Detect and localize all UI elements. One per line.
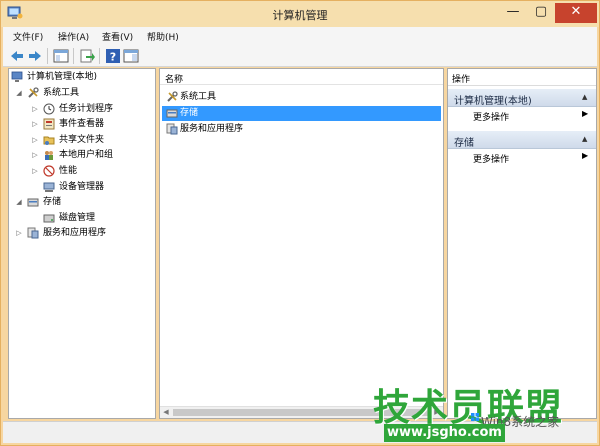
- action-group-title: 计算机管理(本地): [454, 96, 532, 107]
- storage-icon: [166, 109, 178, 118]
- toolbar-separator: [47, 48, 48, 64]
- menu-bar: 文件(F) 操作(A) 查看(V) 帮助(H): [3, 27, 597, 45]
- storage-icon: [27, 198, 39, 207]
- tree-item-label: 存储: [43, 197, 62, 207]
- users-group-icon: [45, 151, 53, 160]
- computer-management-icon: [11, 71, 23, 82]
- windows-logo-icon: [471, 413, 479, 421]
- submenu-arrow-icon: ▶: [582, 109, 589, 118]
- tree-item-label: 任务计划程序: [59, 104, 114, 114]
- tree-item-label: 本地用户和组: [59, 150, 114, 160]
- list-item-system-tools[interactable]: 系统工具: [162, 90, 441, 105]
- tree-item-system-tools[interactable]: ◢ 系统工具: [13, 86, 153, 101]
- tree-item-label: 共享文件夹: [59, 135, 105, 145]
- scroll-left-icon[interactable]: ◀: [160, 407, 172, 418]
- list-item-label: 存储: [180, 108, 199, 118]
- disk-management-icon: [43, 214, 55, 223]
- tree-item-performance[interactable]: ▷ 性能: [29, 164, 153, 179]
- expand-triangle-icon[interactable]: ▷: [15, 226, 23, 241]
- expand-triangle-icon[interactable]: ▷: [31, 148, 39, 163]
- tree-item-disk-management[interactable]: 磁盘管理: [29, 211, 153, 226]
- actions-header-label: 操作: [452, 75, 471, 85]
- event-viewer-icon: [43, 118, 55, 130]
- expand-triangle-icon[interactable]: ▷: [31, 117, 39, 132]
- maximize-button[interactable]: ▢: [527, 3, 555, 23]
- column-header-label: 名称: [165, 75, 184, 85]
- menu-action[interactable]: 操作(A): [58, 30, 89, 43]
- export-list-icon[interactable]: [79, 48, 95, 64]
- list-item-label: 系统工具: [180, 92, 217, 102]
- tree-item-label: 系统工具: [43, 88, 80, 98]
- more-actions-label: 更多操作: [473, 155, 510, 165]
- back-arrow-icon[interactable]: [9, 48, 25, 64]
- tree-item-task-scheduler[interactable]: ▷ 任务计划程序: [29, 102, 153, 117]
- tree-item-local-users-groups[interactable]: ▷ 本地用户和组: [29, 148, 153, 163]
- column-header-name[interactable]: 名称: [160, 69, 443, 85]
- toolbar-separator: [99, 48, 100, 64]
- menu-file[interactable]: 文件(F): [13, 30, 43, 43]
- performance-icon: [43, 165, 55, 177]
- tree-item-shared-folders[interactable]: ▷ 共享文件夹: [29, 133, 153, 148]
- show-console-tree-icon[interactable]: [53, 48, 69, 64]
- expand-triangle-icon[interactable]: ▷: [31, 133, 39, 148]
- tree-item-computer-management[interactable]: 计算机管理(本地): [11, 70, 155, 85]
- collapse-triangle-icon[interactable]: ◢: [15, 195, 23, 210]
- tree-item-services-applications[interactable]: ▷ 服务和应用程序: [13, 226, 153, 241]
- expand-triangle-icon[interactable]: ▷: [31, 164, 39, 179]
- task-scheduler-icon: [43, 103, 55, 115]
- collapse-triangle-icon[interactable]: ◢: [15, 86, 23, 101]
- tree-item-device-manager[interactable]: 设备管理器: [29, 180, 153, 195]
- show-action-pane-icon[interactable]: [123, 48, 139, 64]
- device-manager-icon: [43, 182, 55, 192]
- tree-item-storage[interactable]: ◢ 存储: [13, 195, 153, 210]
- services-applications-icon: [27, 227, 39, 239]
- help-icon[interactable]: ?: [105, 48, 121, 64]
- list-item-label: 服务和应用程序: [180, 124, 244, 134]
- result-list-pane[interactable]: 名称 系统工具 存储 服务和应用程序 ◀ ▶: [159, 68, 444, 419]
- svg-text:?: ?: [110, 51, 116, 64]
- tree-item-event-viewer[interactable]: ▷ 事件查看器: [29, 117, 153, 132]
- collapse-up-icon[interactable]: ▲: [582, 135, 587, 143]
- expand-triangle-icon[interactable]: ▷: [31, 102, 39, 117]
- menu-view[interactable]: 查看(V): [102, 30, 133, 43]
- tree-item-label: 性能: [59, 166, 78, 176]
- menu-help[interactable]: 帮助(H): [147, 30, 179, 43]
- action-group-storage[interactable]: 存储 ▲: [448, 131, 596, 149]
- more-actions-item[interactable]: 更多操作 ▶: [448, 150, 596, 165]
- submenu-arrow-icon: ▶: [582, 151, 589, 160]
- tree-item-label: 服务和应用程序: [43, 228, 107, 238]
- more-actions-label: 更多操作: [473, 113, 510, 123]
- minimize-button[interactable]: —: [499, 3, 527, 23]
- tree-item-label: 磁盘管理: [59, 213, 96, 223]
- action-group-title: 存储: [454, 138, 474, 149]
- list-item-services-applications[interactable]: 服务和应用程序: [162, 122, 441, 137]
- watermark-url: www.jsgho.com: [384, 424, 505, 442]
- close-button[interactable]: ✕: [555, 3, 597, 23]
- system-tools-icon: [167, 91, 178, 102]
- toolbar: ?: [3, 45, 597, 67]
- toolbar-separator: [73, 48, 74, 64]
- console-tree-pane[interactable]: 计算机管理(本地) ◢ 系统工具 ▷ 任务计划程序 ▷ 事件查看器 ▷ 共享文件…: [8, 68, 156, 419]
- actions-pane: 操作 计算机管理(本地) ▲ 更多操作 ▶ 存储 ▲ 更多操作 ▶: [447, 68, 597, 419]
- computer-management-window: 计算机管理 — ▢ ✕ 文件(F) 操作(A) 查看(V) 帮助(H) ? 计算…: [0, 0, 600, 446]
- shared-folder-icon: [43, 136, 55, 145]
- title-bar[interactable]: 计算机管理 — ▢ ✕: [1, 1, 599, 27]
- collapse-up-icon[interactable]: ▲: [582, 93, 587, 101]
- actions-header: 操作: [448, 69, 596, 86]
- more-actions-item[interactable]: 更多操作 ▶: [448, 108, 596, 123]
- list-item-storage[interactable]: 存储: [162, 106, 441, 121]
- tree-item-label: 计算机管理(本地): [27, 72, 98, 82]
- services-applications-icon: [166, 123, 178, 135]
- tree-item-label: 事件查看器: [59, 119, 105, 129]
- system-tools-icon: [28, 87, 39, 98]
- tree-item-label: 设备管理器: [59, 182, 105, 192]
- forward-arrow-icon[interactable]: [27, 48, 43, 64]
- action-group-computer-management[interactable]: 计算机管理(本地) ▲: [448, 89, 596, 107]
